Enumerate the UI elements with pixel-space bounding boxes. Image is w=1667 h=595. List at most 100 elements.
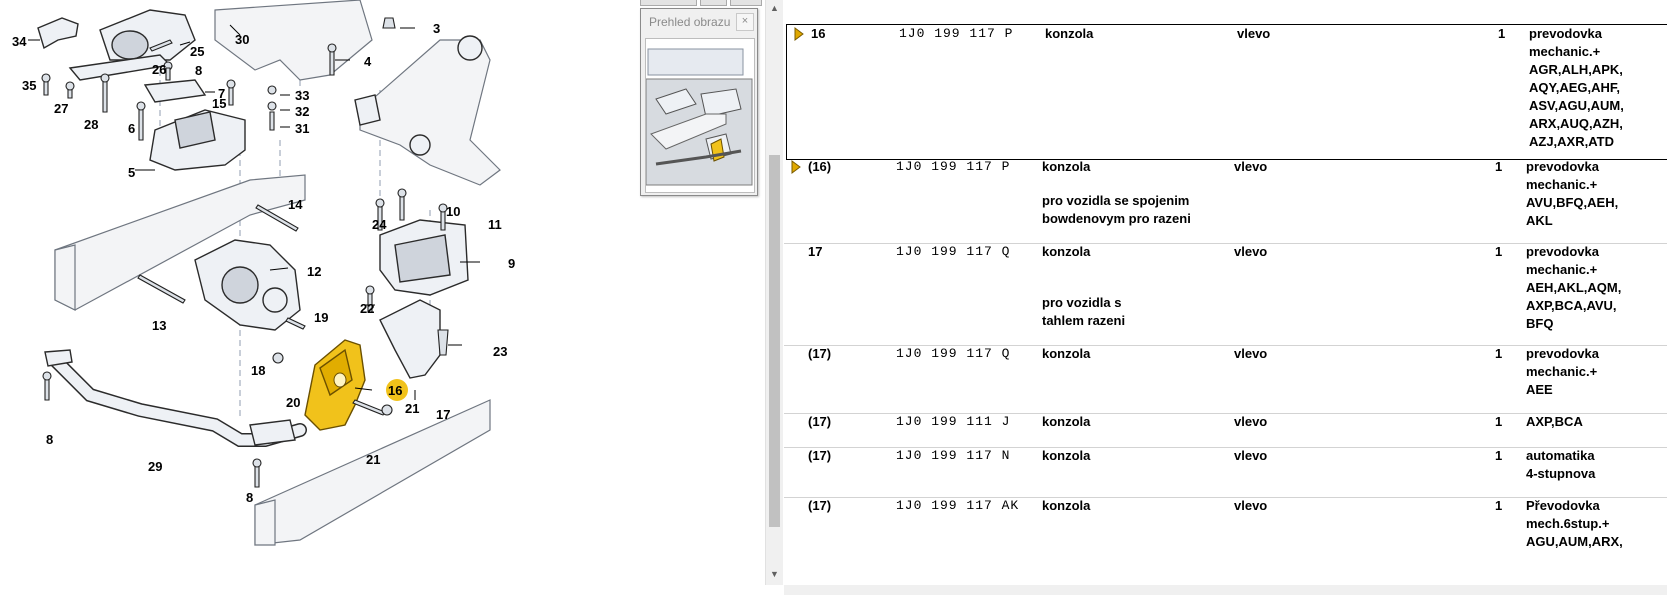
callout-label: 21 <box>366 452 380 467</box>
callout-label: 6 <box>128 121 135 136</box>
callout-label: 16 <box>388 383 402 398</box>
callout-label: 29 <box>148 459 162 474</box>
remark-line: AGR,ALH,APK, <box>1529 62 1623 77</box>
overview-window[interactable]: Prehled obrazu × <box>640 8 758 196</box>
part-side: vlevo <box>1234 244 1268 259</box>
part-number: 1J0 199 117 Q <box>896 346 1011 361</box>
remark-line: mechanic.+ <box>1526 364 1598 379</box>
part-side: vlevo <box>1237 26 1271 41</box>
scroll-down-icon[interactable]: ▼ <box>766 566 783 583</box>
part-name: konzola <box>1042 159 1091 174</box>
callout-label: 26 <box>152 62 166 77</box>
table-row[interactable]: (17) 1J0 199 117 Q konzola vlevo 1 prevodovka… <box>784 345 1667 414</box>
table-row[interactable]: (17) 1J0 199 117 N konzola vlevo 1 automatika… <box>784 447 1667 498</box>
part-side: vlevo <box>1234 448 1268 463</box>
table-row[interactable]: 17 1J0 199 117 Q konzola vlevo 1 prevodovka me… <box>784 243 1667 346</box>
remark-line: Převodovka <box>1526 498 1600 513</box>
callout-label: 19 <box>314 310 328 325</box>
row-note: pro vozidla se spojenim bowdenovym pro ra… <box>1042 192 1191 228</box>
remark: prevodovka mechanic.+ AEH,AKL,AQM, AXP,BCA,… <box>1526 243 1621 333</box>
callout-label: 17 <box>436 407 450 422</box>
quantity: 1 <box>1495 346 1503 361</box>
part-side: vlevo <box>1234 346 1268 361</box>
remark-line: 4-stupnova <box>1526 466 1596 481</box>
overview-thumbnail[interactable] <box>645 38 755 193</box>
callout-label: 8 <box>195 63 202 78</box>
note-line: pro vozidla s <box>1042 295 1122 310</box>
row-marker-icon <box>790 160 802 174</box>
toolbar-button[interactable] <box>730 0 762 6</box>
callout-label: 31 <box>295 121 309 136</box>
part-number: 1J0 199 111 J <box>896 414 1011 429</box>
callout-label: 18 <box>251 363 265 378</box>
bracket-7 <box>143 79 207 103</box>
part-name: konzola <box>1042 414 1091 429</box>
remark-line: ASV,AGU,AUM, <box>1529 98 1624 113</box>
position-number: (17) <box>808 414 832 429</box>
bracket-34 <box>37 17 79 50</box>
table-row[interactable]: (17) 1J0 199 117 AK konzola vlevo 1 Převodovk… <box>784 497 1667 585</box>
quantity: 1 <box>1498 26 1506 41</box>
part-name: konzola <box>1045 26 1094 41</box>
remark-line: AKL <box>1526 213 1553 228</box>
part-name: konzola <box>1042 244 1091 259</box>
callout-label: 33 <box>295 88 309 103</box>
remark-line: automatika <box>1526 448 1595 463</box>
part-number: 1J0 199 117 N <box>896 448 1011 463</box>
position-number: (16) <box>808 159 832 174</box>
part-number: 1J0 199 117 P <box>899 26 1014 41</box>
part-name: konzola <box>1042 498 1091 513</box>
row-note: pro vozidla s tahlem razeni <box>1042 294 1125 330</box>
table-row[interactable]: (17) 1J0 199 111 J konzola vlevo 1 AXP,BCA <box>784 413 1667 448</box>
part-number: 1J0 199 117 Q <box>896 244 1011 259</box>
mount-25-bushing <box>111 30 149 60</box>
overview-title: Prehled obrazu <box>649 15 731 29</box>
position-number: (17) <box>808 498 832 513</box>
callout-label: 30 <box>235 32 249 47</box>
table-row[interactable]: 16 1J0 199 117 P konzola vlevo 1 prevodovka me… <box>786 24 1667 160</box>
toolbar-button[interactable] <box>700 0 727 6</box>
remark-line: mech.6stup.+ <box>1526 516 1610 531</box>
position-number: 16 <box>811 26 826 41</box>
bracket-17 <box>379 299 441 379</box>
part-side: vlevo <box>1234 498 1268 513</box>
callout-label: 34 <box>12 34 27 49</box>
remark-line: AZJ,AXR,ATD <box>1529 134 1614 149</box>
close-icon[interactable]: × <box>736 13 754 31</box>
toolbar-button[interactable] <box>640 0 697 6</box>
diagram-scrollbar[interactable]: ▲ ▼ <box>765 0 783 585</box>
callout-label: 9 <box>508 256 515 271</box>
remark-line: AXP,BCA,AVU, <box>1526 298 1617 313</box>
remark-line: AEE <box>1526 382 1553 397</box>
note-line: bowdenovym pro razeni <box>1042 211 1191 226</box>
callout-label: 20 <box>286 395 300 410</box>
remark-line: AVU,BFQ,AEH, <box>1526 195 1619 210</box>
quantity: 1 <box>1495 244 1503 259</box>
part-side: vlevo <box>1234 414 1268 429</box>
scrollbar-thumb[interactable] <box>769 155 780 527</box>
callout-label: 14 <box>288 197 303 212</box>
table-row[interactable]: (16) 1J0 199 117 P konzola vlevo 1 prevodovka… <box>784 158 1667 244</box>
position-number: (17) <box>808 448 832 463</box>
remark: prevodovka mechanic.+ AVU,BFQ,AEH, AKL <box>1526 158 1618 230</box>
part-name: konzola <box>1042 346 1091 361</box>
remark: prevodovka mechanic.+ AGR,ALH,APK, AQY,AEG,… <box>1529 25 1624 151</box>
remark-line: AGU,AUM,ARX, <box>1526 534 1623 549</box>
remark-line: mechanic.+ <box>1526 177 1598 192</box>
exploded-diagram-pane[interactable]: 34 25 30 3 26 8 35 27 7 4 33 32 15 31 28… <box>0 0 765 585</box>
quantity: 1 <box>1495 159 1503 174</box>
callout-label: 10 <box>446 204 460 219</box>
remark-line: BFQ <box>1526 316 1554 331</box>
part-number: 1J0 199 117 P <box>896 159 1011 174</box>
remark-line: AQY,AEG,AHF, <box>1529 80 1621 95</box>
callout-label: 8 <box>246 490 253 505</box>
callout-label: 23 <box>493 344 507 359</box>
table-scrollbar[interactable] <box>784 585 1667 595</box>
quantity: 1 <box>1495 448 1503 463</box>
part-name: konzola <box>1042 448 1091 463</box>
scroll-up-icon[interactable]: ▲ <box>766 0 783 17</box>
part-number: 1J0 199 117 AK <box>896 498 1020 513</box>
remark-line: AXP,BCA <box>1526 414 1583 429</box>
callout-label: 15 <box>212 96 226 111</box>
part-side: vlevo <box>1234 159 1268 174</box>
